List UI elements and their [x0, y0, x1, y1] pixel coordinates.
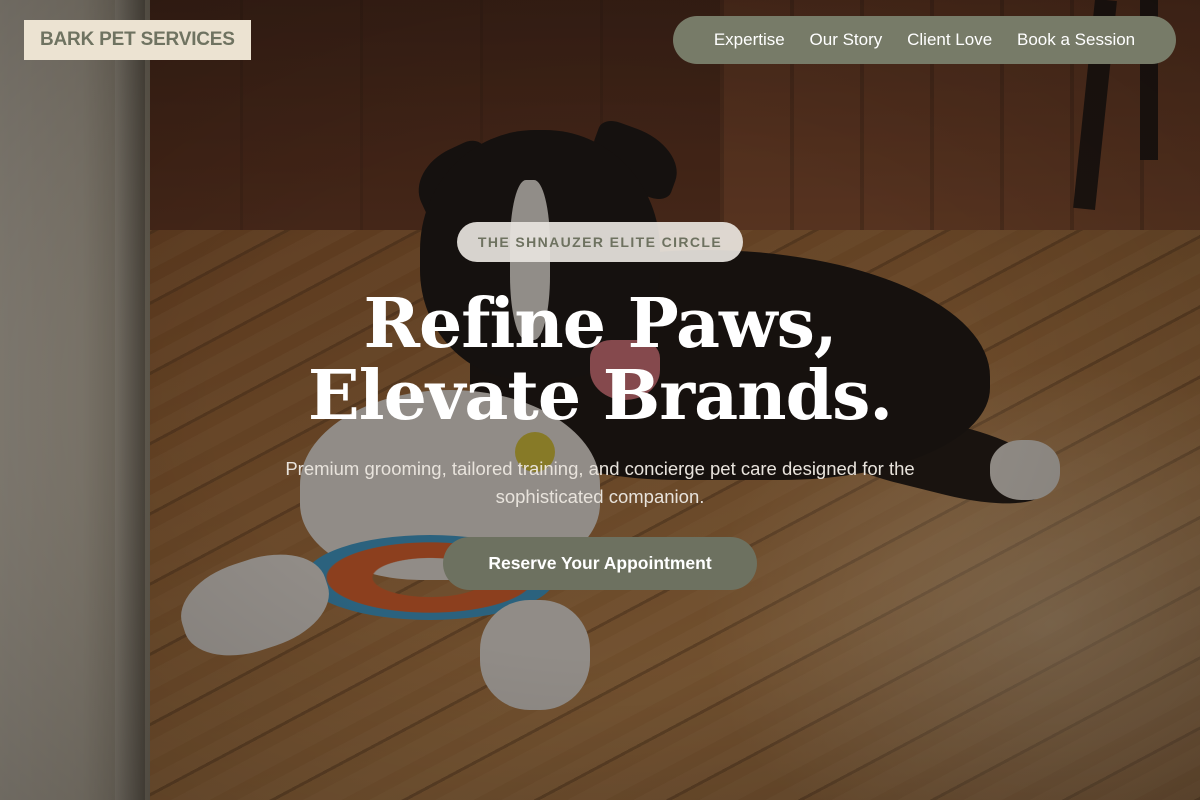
- hero-badge: THE SHNAUZER ELITE CIRCLE: [457, 222, 743, 262]
- hero-headline: Refine Paws, Elevate Brands.: [0, 288, 1200, 432]
- hero-subtitle: Premium grooming, tailored training, and…: [285, 458, 915, 507]
- hero-headline-line-2: Elevate Brands.: [307, 356, 893, 436]
- hero-headline-line-1: Refine Paws,: [363, 284, 837, 364]
- hero-section: BARK PET SERVICES Expertise Our Story Cl…: [0, 0, 1200, 800]
- hero-content: THE SHNAUZER ELITE CIRCLE Refine Paws, E…: [0, 0, 1200, 800]
- reserve-appointment-button[interactable]: Reserve Your Appointment: [443, 537, 757, 590]
